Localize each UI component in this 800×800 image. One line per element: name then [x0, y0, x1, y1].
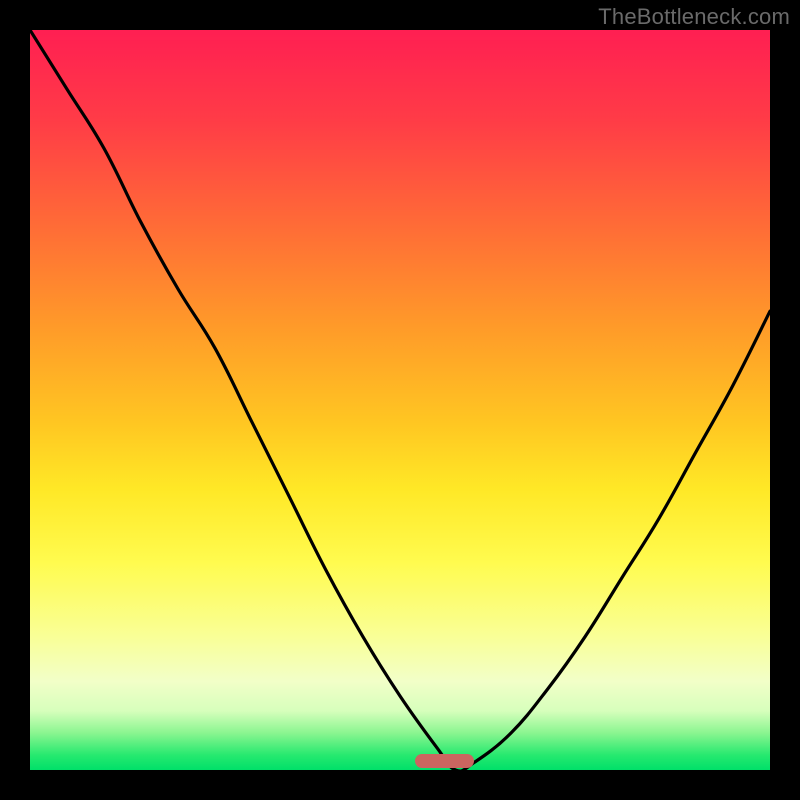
watermark-text: TheBottleneck.com	[598, 4, 790, 30]
plot-area	[30, 30, 770, 770]
optimal-range-marker	[415, 754, 474, 768]
curve-path	[30, 30, 770, 770]
chart-frame: TheBottleneck.com	[0, 0, 800, 800]
bottleneck-curve	[30, 30, 770, 770]
